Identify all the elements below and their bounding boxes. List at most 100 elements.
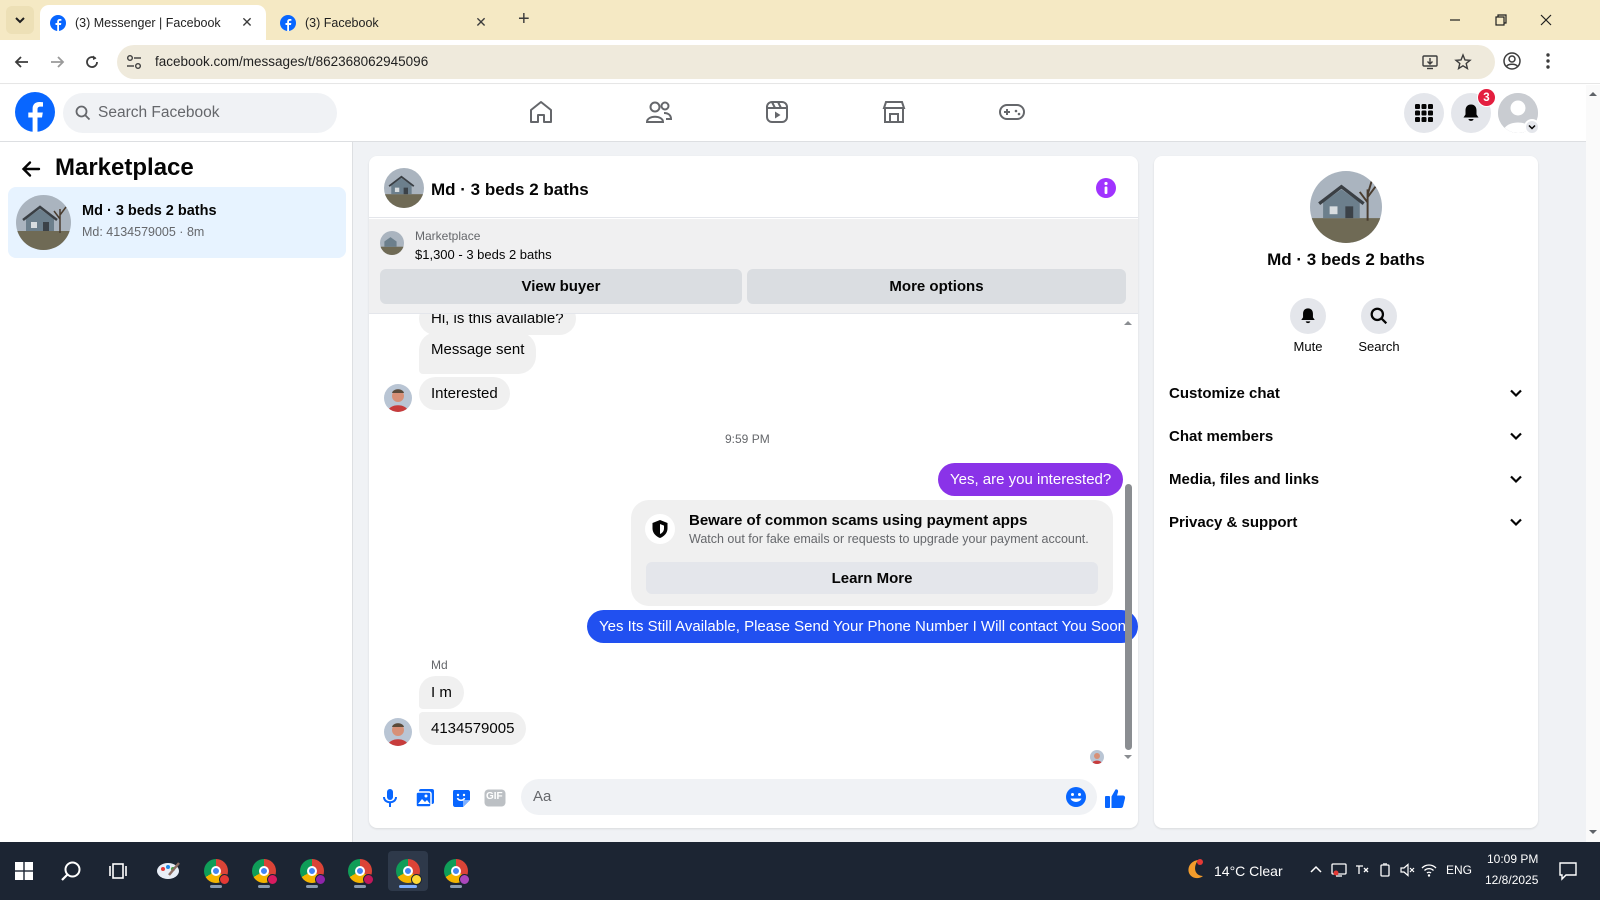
taskbar-chrome-profile-3[interactable] <box>292 851 332 891</box>
address-bar[interactable]: facebook.com/messages/t/862368062945096 <box>117 45 1495 79</box>
weather-text[interactable]: 14°C Clear <box>1214 863 1283 879</box>
sender-avatar <box>384 718 412 746</box>
taskbar-app-paint[interactable] <box>148 851 188 891</box>
arrow-left-icon <box>14 56 28 68</box>
browser-tab-messenger[interactable]: (3) Messenger | Facebook ✕ <box>40 5 266 40</box>
chevron-down-icon <box>1510 389 1522 398</box>
sticker-button[interactable] <box>450 787 472 809</box>
scroll-down-icon[interactable] <box>1586 827 1600 837</box>
search-label: Search <box>1358 339 1400 354</box>
new-tab-button[interactable]: + <box>518 9 530 29</box>
message-scrollbar-thumb[interactable] <box>1125 484 1132 750</box>
nav-gaming[interactable] <box>997 97 1027 127</box>
listing-price[interactable]: $1,300 - 3 beds 2 baths <box>415 247 552 262</box>
message-bubble: Message sent <box>419 332 537 374</box>
chat-members-row[interactable]: Chat members <box>1169 421 1524 451</box>
task-view-button[interactable] <box>98 851 138 891</box>
profile-icon[interactable] <box>1502 51 1522 71</box>
gif-button[interactable]: GIF <box>484 787 506 809</box>
learn-more-button[interactable]: Learn More <box>646 562 1098 594</box>
chat-info-title: Md · 3 beds 2 baths <box>1267 250 1425 269</box>
profile-photo-icon <box>1090 750 1104 764</box>
language-indicator[interactable]: ENG <box>1446 863 1472 877</box>
profile-badge <box>315 874 326 885</box>
wifi-icon[interactable] <box>1421 862 1437 878</box>
menu-button[interactable] <box>1404 93 1444 133</box>
listing-thumbnail <box>380 231 404 255</box>
sender-name: Md <box>431 658 448 672</box>
voice-clip-button[interactable] <box>379 787 401 809</box>
reload-icon <box>86 55 98 68</box>
chevron-down-icon <box>15 17 25 24</box>
tab-search-button[interactable] <box>6 6 34 34</box>
nav-friends[interactable] <box>644 97 674 127</box>
taskbar-chrome-profile-4[interactable] <box>340 851 380 891</box>
site-info-icon[interactable] <box>125 53 143 71</box>
restore-icon <box>1495 14 1507 26</box>
chat-header-thumbnail[interactable] <box>384 168 424 208</box>
emoji-icon[interactable] <box>1065 786 1087 808</box>
account-menu-chevron[interactable] <box>1524 119 1540 135</box>
nav-video[interactable] <box>762 97 792 127</box>
scroll-up-icon[interactable] <box>1123 318 1133 328</box>
taskbar-search-button[interactable] <box>51 851 91 891</box>
message-list[interactable]: Hi, is this available? Message sent Inte… <box>369 314 1138 764</box>
facebook-search-input[interactable]: Search Facebook <box>63 93 337 133</box>
bookmark-star-icon[interactable] <box>1454 53 1472 71</box>
clock-time[interactable]: 10:09 PM <box>1487 852 1538 866</box>
mute-button[interactable]: Mute <box>1278 298 1338 354</box>
weather-moon-icon[interactable] <box>1182 857 1206 881</box>
search-button-circle[interactable] <box>1361 298 1397 334</box>
battery-plug-icon[interactable] <box>1377 862 1393 878</box>
browser-menu-icon[interactable] <box>1538 51 1558 71</box>
taskbar-chrome-profile-6[interactable] <box>436 851 476 891</box>
taskbar-chrome-profile-5[interactable] <box>388 851 428 891</box>
nav-home[interactable] <box>526 97 556 127</box>
taskbar-chrome-profile-1[interactable] <box>196 851 236 891</box>
info-icon[interactable] <box>1096 178 1116 198</box>
facebook-logo-icon[interactable] <box>15 92 55 132</box>
tab-title: (3) Facebook <box>305 15 379 30</box>
chevron-down-icon <box>1528 124 1536 130</box>
profile-photo-icon <box>384 384 412 412</box>
notification-center-icon[interactable] <box>1558 861 1578 881</box>
volume-muted-icon[interactable] <box>1399 862 1415 878</box>
tab-close-button[interactable]: ✕ <box>238 14 256 31</box>
install-app-icon[interactable] <box>1421 53 1439 71</box>
restore-button[interactable] <box>1486 8 1516 32</box>
tab-close-button[interactable]: ✕ <box>472 14 490 31</box>
browser-tab-facebook[interactable]: (3) Facebook ✕ <box>270 5 500 40</box>
mute-button-circle[interactable] <box>1290 298 1326 334</box>
chat-title[interactable]: Md · 3 beds 2 baths <box>431 180 589 200</box>
scroll-down-icon[interactable] <box>1123 752 1133 762</box>
chat-panel: Md · 3 beds 2 baths Marketplace $1,300 -… <box>369 156 1138 828</box>
more-options-button[interactable]: More options <box>747 269 1126 304</box>
running-indicator <box>450 885 462 888</box>
conversation-item[interactable]: Md · 3 beds 2 baths Md: 4134579005 · 8m <box>8 187 346 258</box>
search-conversation-button[interactable]: Search <box>1349 298 1409 354</box>
scroll-up-icon[interactable] <box>1586 89 1600 99</box>
minimize-button[interactable] <box>1440 8 1470 32</box>
nav-marketplace[interactable] <box>879 97 909 127</box>
forward-button[interactable] <box>45 50 69 74</box>
video-icon <box>766 101 788 123</box>
back-arrow-button[interactable] <box>18 156 44 182</box>
clock-date[interactable]: 12/8/2025 <box>1485 873 1538 887</box>
back-button[interactable] <box>10 50 34 74</box>
like-button[interactable] <box>1104 787 1126 809</box>
privacy-support-row[interactable]: Privacy & support <box>1169 507 1524 537</box>
customize-chat-row[interactable]: Customize chat <box>1169 378 1524 408</box>
message-input[interactable]: Aa <box>521 779 1097 815</box>
reload-button[interactable] <box>80 50 104 74</box>
taskbar-chrome-profile-2[interactable] <box>244 851 284 891</box>
chevron-up-icon[interactable] <box>1308 862 1324 878</box>
input-method-icon[interactable] <box>1354 862 1370 878</box>
start-button[interactable] <box>4 851 44 891</box>
media-files-links-row[interactable]: Media, files and links <box>1169 464 1524 494</box>
attach-photo-button[interactable] <box>414 787 436 809</box>
close-window-button[interactable] <box>1531 8 1561 32</box>
view-buyer-button[interactable]: View buyer <box>380 269 742 304</box>
page-scrollbar[interactable] <box>1586 85 1600 842</box>
chat-info-thumbnail[interactable] <box>1310 171 1382 243</box>
screen-tray-icon[interactable] <box>1331 862 1347 878</box>
